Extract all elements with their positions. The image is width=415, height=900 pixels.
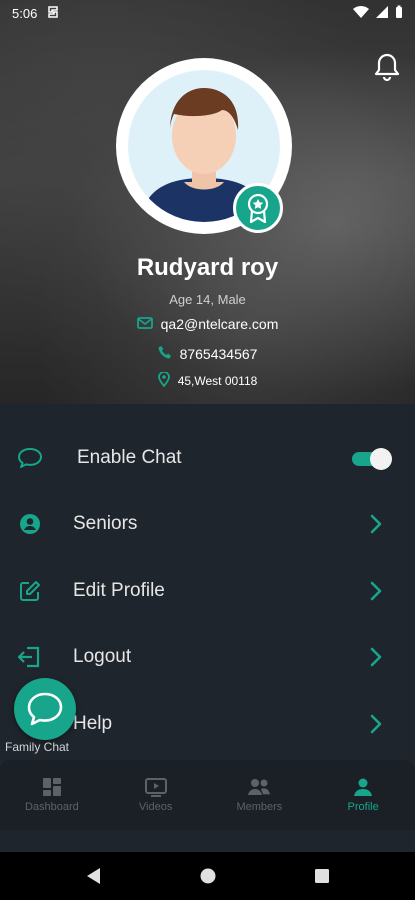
family-chat-label: Family Chat: [5, 740, 70, 754]
wifi-icon: [353, 5, 369, 22]
enable-chat-toggle[interactable]: [352, 448, 392, 470]
dashboard-icon: [42, 778, 61, 796]
profile-icon: [354, 778, 373, 796]
chevron-right-icon: [366, 511, 386, 537]
members-icon: [248, 779, 271, 795]
phone-icon: [158, 345, 172, 362]
menu-item-logout[interactable]: Logout: [0, 629, 415, 685]
edit-icon: [17, 578, 43, 604]
profile-phone-row: 8765434567: [0, 345, 415, 362]
chevron-right-icon: [366, 578, 386, 604]
signal-icon: [375, 5, 389, 22]
system-navigation-bar: [0, 852, 415, 900]
family-chat-button[interactable]: [14, 678, 76, 740]
location-pin-icon: [157, 371, 170, 390]
back-icon[interactable]: [82, 864, 106, 888]
profile-email-row: qa2@ntelcare.com: [0, 316, 415, 332]
profile-email: qa2@ntelcare.com: [160, 316, 279, 332]
menu-label-logout: Logout: [73, 646, 132, 667]
person-icon: [17, 511, 43, 537]
menu-label-edit-profile: Edit Profile: [73, 580, 165, 601]
nav-label-members: Members: [236, 801, 283, 813]
nav-profile[interactable]: Profile: [311, 760, 415, 830]
chat-bubble-icon: [17, 445, 43, 471]
menu-item-edit-profile[interactable]: Edit Profile: [0, 563, 415, 619]
award-badge-icon: [233, 183, 283, 233]
nav-videos[interactable]: Videos: [104, 760, 208, 830]
app-status-icon: [47, 5, 59, 22]
menu-item-enable-chat: Enable Chat: [0, 430, 415, 486]
notification-bell-icon[interactable]: [372, 50, 402, 84]
status-bar: 5:06: [0, 0, 415, 26]
profile-address-row: 45,West 00118: [0, 371, 415, 390]
status-time: 5:06: [12, 5, 38, 21]
nav-label-dashboard: Dashboard: [24, 801, 79, 813]
menu-label-seniors: Seniors: [73, 513, 138, 534]
mail-icon: [136, 316, 153, 332]
menu-item-seniors[interactable]: Seniors: [0, 496, 415, 552]
avatar[interactable]: [116, 58, 292, 234]
logout-icon: [17, 644, 43, 670]
chat-bubble-icon: [27, 692, 63, 726]
home-icon[interactable]: [196, 864, 220, 888]
profile-address: 45,West 00118: [177, 374, 258, 388]
nav-members[interactable]: Members: [208, 760, 312, 830]
bottom-navigation: Dashboard Videos Members Profile: [0, 760, 415, 830]
recents-icon[interactable]: [310, 864, 334, 888]
chevron-right-icon: [366, 644, 386, 670]
nav-label-profile: Profile: [347, 801, 379, 813]
chevron-right-icon: [366, 711, 386, 737]
profile-name: Rudyard roy: [136, 254, 279, 281]
video-icon: [144, 778, 167, 797]
nav-label-videos: Videos: [138, 801, 173, 813]
nav-dashboard[interactable]: Dashboard: [0, 760, 104, 830]
profile-age-gender: Age 14, Male: [169, 292, 246, 307]
menu-label-help: Help: [73, 713, 113, 734]
menu-label-enable-chat: Enable Chat: [77, 447, 182, 468]
battery-icon: [395, 5, 403, 22]
profile-phone: 8765434567: [179, 345, 258, 362]
